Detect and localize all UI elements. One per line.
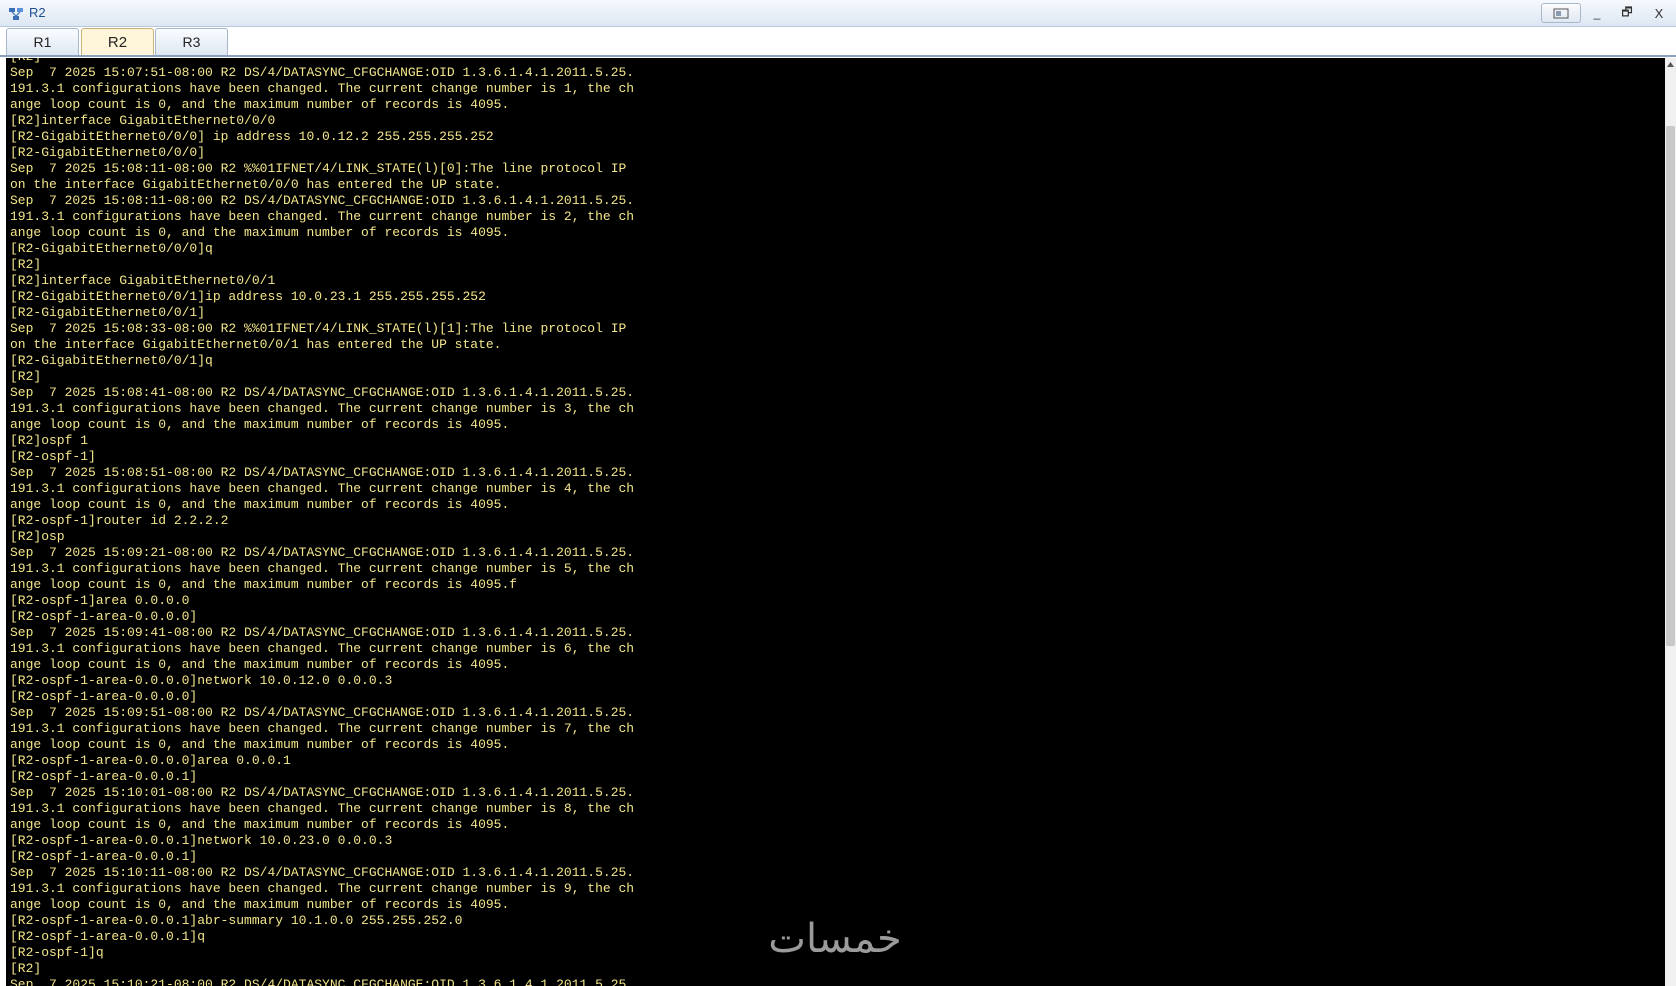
terminal-line: Sep 7 2025 15:09:51-08:00 R2 DS/4/DATASY… <box>10 705 635 720</box>
terminal-line: Sep 7 2025 15:08:11-08:00 R2 DS/4/DATASY… <box>10 193 635 208</box>
terminal-line: [R2-GigabitEthernet0/0/1]q <box>10 353 213 368</box>
terminal-line: 191.3.1 configurations have been changed… <box>10 561 635 576</box>
terminal-line: [R2]osp <box>10 529 65 544</box>
terminal-line: Sep 7 2025 15:09:21-08:00 R2 DS/4/DATASY… <box>10 545 635 560</box>
terminal-line: on the interface GigabitEthernet0/0/0 ha… <box>10 177 502 192</box>
window-icon <box>1553 8 1569 18</box>
terminal-line: [R2-ospf-1]area 0.0.0.0 <box>10 593 190 608</box>
detach-window-button[interactable] <box>1541 3 1581 23</box>
terminal-line: [R2-GigabitEthernet0/0/0] <box>10 145 206 160</box>
window-title: R2 <box>29 5 46 20</box>
terminal-line: [R2-ospf-1-area-0.0.0.1]network 10.0.23.… <box>10 833 393 848</box>
terminal-line: 191.3.1 configurations have been changed… <box>10 81 635 96</box>
terminal-line: [R2] <box>10 369 42 384</box>
terminal-line: Sep 7 2025 15:08:33-08:00 R2 %%01IFNET/4… <box>10 321 627 336</box>
terminal-line: [R2-GigabitEthernet0/0/1] <box>10 305 206 320</box>
terminal-line: ange loop count is 0, and the maximum nu… <box>10 817 510 832</box>
tab-r2[interactable]: R2 <box>81 28 154 55</box>
terminal-line: Sep 7 2025 15:10:11-08:00 R2 DS/4/DATASY… <box>10 865 635 880</box>
terminal-line: [R2-ospf-1-area-0.0.0.1]abr-summary 10.1… <box>10 913 463 928</box>
terminal-line: on the interface GigabitEthernet0/0/1 ha… <box>10 337 502 352</box>
terminal-line: ange loop count is 0, and the maximum nu… <box>10 657 510 672</box>
terminal-line: Sep 7 2025 15:08:51-08:00 R2 DS/4/DATASY… <box>10 465 635 480</box>
terminal-line: ange loop count is 0, and the maximum nu… <box>10 737 510 752</box>
terminal-line: [R2-ospf-1] <box>10 449 96 464</box>
terminal-line: 191.3.1 configurations have been changed… <box>10 641 635 656</box>
terminal-line: [R2]interface GigabitEthernet0/0/0 <box>10 113 276 128</box>
terminal-line: ange loop count is 0, and the maximum nu… <box>10 225 510 240</box>
terminal-line: [R2-ospf-1]q <box>10 945 104 960</box>
terminal-line: [R2]interface GigabitEthernet0/0/1 <box>10 273 276 288</box>
title-bar: R2 _ 🗗 X <box>0 0 1676 27</box>
terminal-line: ange loop count is 0, and the maximum nu… <box>10 897 510 912</box>
terminal-line: ange loop count is 0, and the maximum nu… <box>10 497 510 512</box>
terminal-line: ange loop count is 0, and the maximum nu… <box>10 577 518 592</box>
terminal-line: [R2-ospf-1-area-0.0.0.0] <box>10 609 198 624</box>
terminal-line: [R2-ospf-1-area-0.0.0.0] <box>10 689 198 704</box>
terminal-line: 191.3.1 configurations have been changed… <box>10 209 635 224</box>
tab-r3[interactable]: R3 <box>155 28 228 55</box>
scroll-thumb[interactable] <box>1666 126 1675 646</box>
app-icon <box>9 8 23 20</box>
terminal-line: [R2-ospf-1-area-0.0.0.1] <box>10 769 198 784</box>
terminal-line: [R2] <box>10 257 42 272</box>
watermark-logo: خمسات <box>768 916 901 962</box>
terminal-line: [R2] <box>10 58 41 64</box>
terminal-line: Sep 7 2025 15:08:41-08:00 R2 DS/4/DATASY… <box>10 385 635 400</box>
terminal-line: ange loop count is 0, and the maximum nu… <box>10 97 510 112</box>
terminal-line: [R2-ospf-1]router id 2.2.2.2 <box>10 513 229 528</box>
terminal-line: [R2-ospf-1-area-0.0.0.0]network 10.0.12.… <box>10 673 393 688</box>
terminal-line: Sep 7 2025 15:07:51-08:00 R2 DS/4/DATASY… <box>10 65 635 80</box>
terminal-line: ange loop count is 0, and the maximum nu… <box>10 417 510 432</box>
terminal-line: Sep 7 2025 15:10:01-08:00 R2 DS/4/DATASY… <box>10 785 635 800</box>
terminal-line: [R2-GigabitEthernet0/0/0] ip address 10.… <box>10 129 494 144</box>
terminal-line: [R2-ospf-1-area-0.0.0.1]q <box>10 929 206 944</box>
terminal-line: 191.3.1 configurations have been changed… <box>10 401 635 416</box>
terminal-line: [R2-ospf-1-area-0.0.0.0]area 0.0.0.1 <box>10 753 291 768</box>
tab-r1[interactable]: R1 <box>6 28 79 55</box>
terminal-line: Sep 7 2025 15:10:21-08:00 R2 DS/4/DATASY… <box>10 977 635 986</box>
terminal-line: Sep 7 2025 15:08:11-08:00 R2 %%01IFNET/4… <box>10 161 627 176</box>
terminal-line: [R2-GigabitEthernet0/0/0]q <box>10 241 213 256</box>
terminal-line: 191.3.1 configurations have been changed… <box>10 481 635 496</box>
scroll-up-arrow-icon[interactable] <box>1665 58 1676 70</box>
terminal-console[interactable]: [R2] Sep 7 2025 15:07:51-08:00 R2 DS/4/D… <box>6 58 1665 986</box>
maximize-button[interactable]: 🗗 <box>1613 3 1641 23</box>
tab-divider <box>0 55 1676 57</box>
terminal-line: Sep 7 2025 15:09:41-08:00 R2 DS/4/DATASY… <box>10 625 635 640</box>
terminal-line: [R2-GigabitEthernet0/0/1]ip address 10.0… <box>10 289 486 304</box>
device-tab-strip: R1 R2 R3 <box>0 27 1676 56</box>
watermark-text: خمسات <box>768 916 901 962</box>
terminal-line: 191.3.1 configurations have been changed… <box>10 721 635 736</box>
terminal-output: [R2] Sep 7 2025 15:07:51-08:00 R2 DS/4/D… <box>10 58 634 986</box>
minimize-button[interactable]: _ <box>1583 3 1611 23</box>
terminal-line: 191.3.1 configurations have been changed… <box>10 881 635 896</box>
vertical-scrollbar[interactable] <box>1665 58 1676 986</box>
close-button[interactable]: X <box>1645 3 1673 23</box>
terminal-line: [R2] <box>10 961 42 976</box>
terminal-line: 191.3.1 configurations have been changed… <box>10 801 635 816</box>
terminal-line: [R2]ospf 1 <box>10 433 89 448</box>
terminal-line: [R2-ospf-1-area-0.0.0.1] <box>10 849 198 864</box>
